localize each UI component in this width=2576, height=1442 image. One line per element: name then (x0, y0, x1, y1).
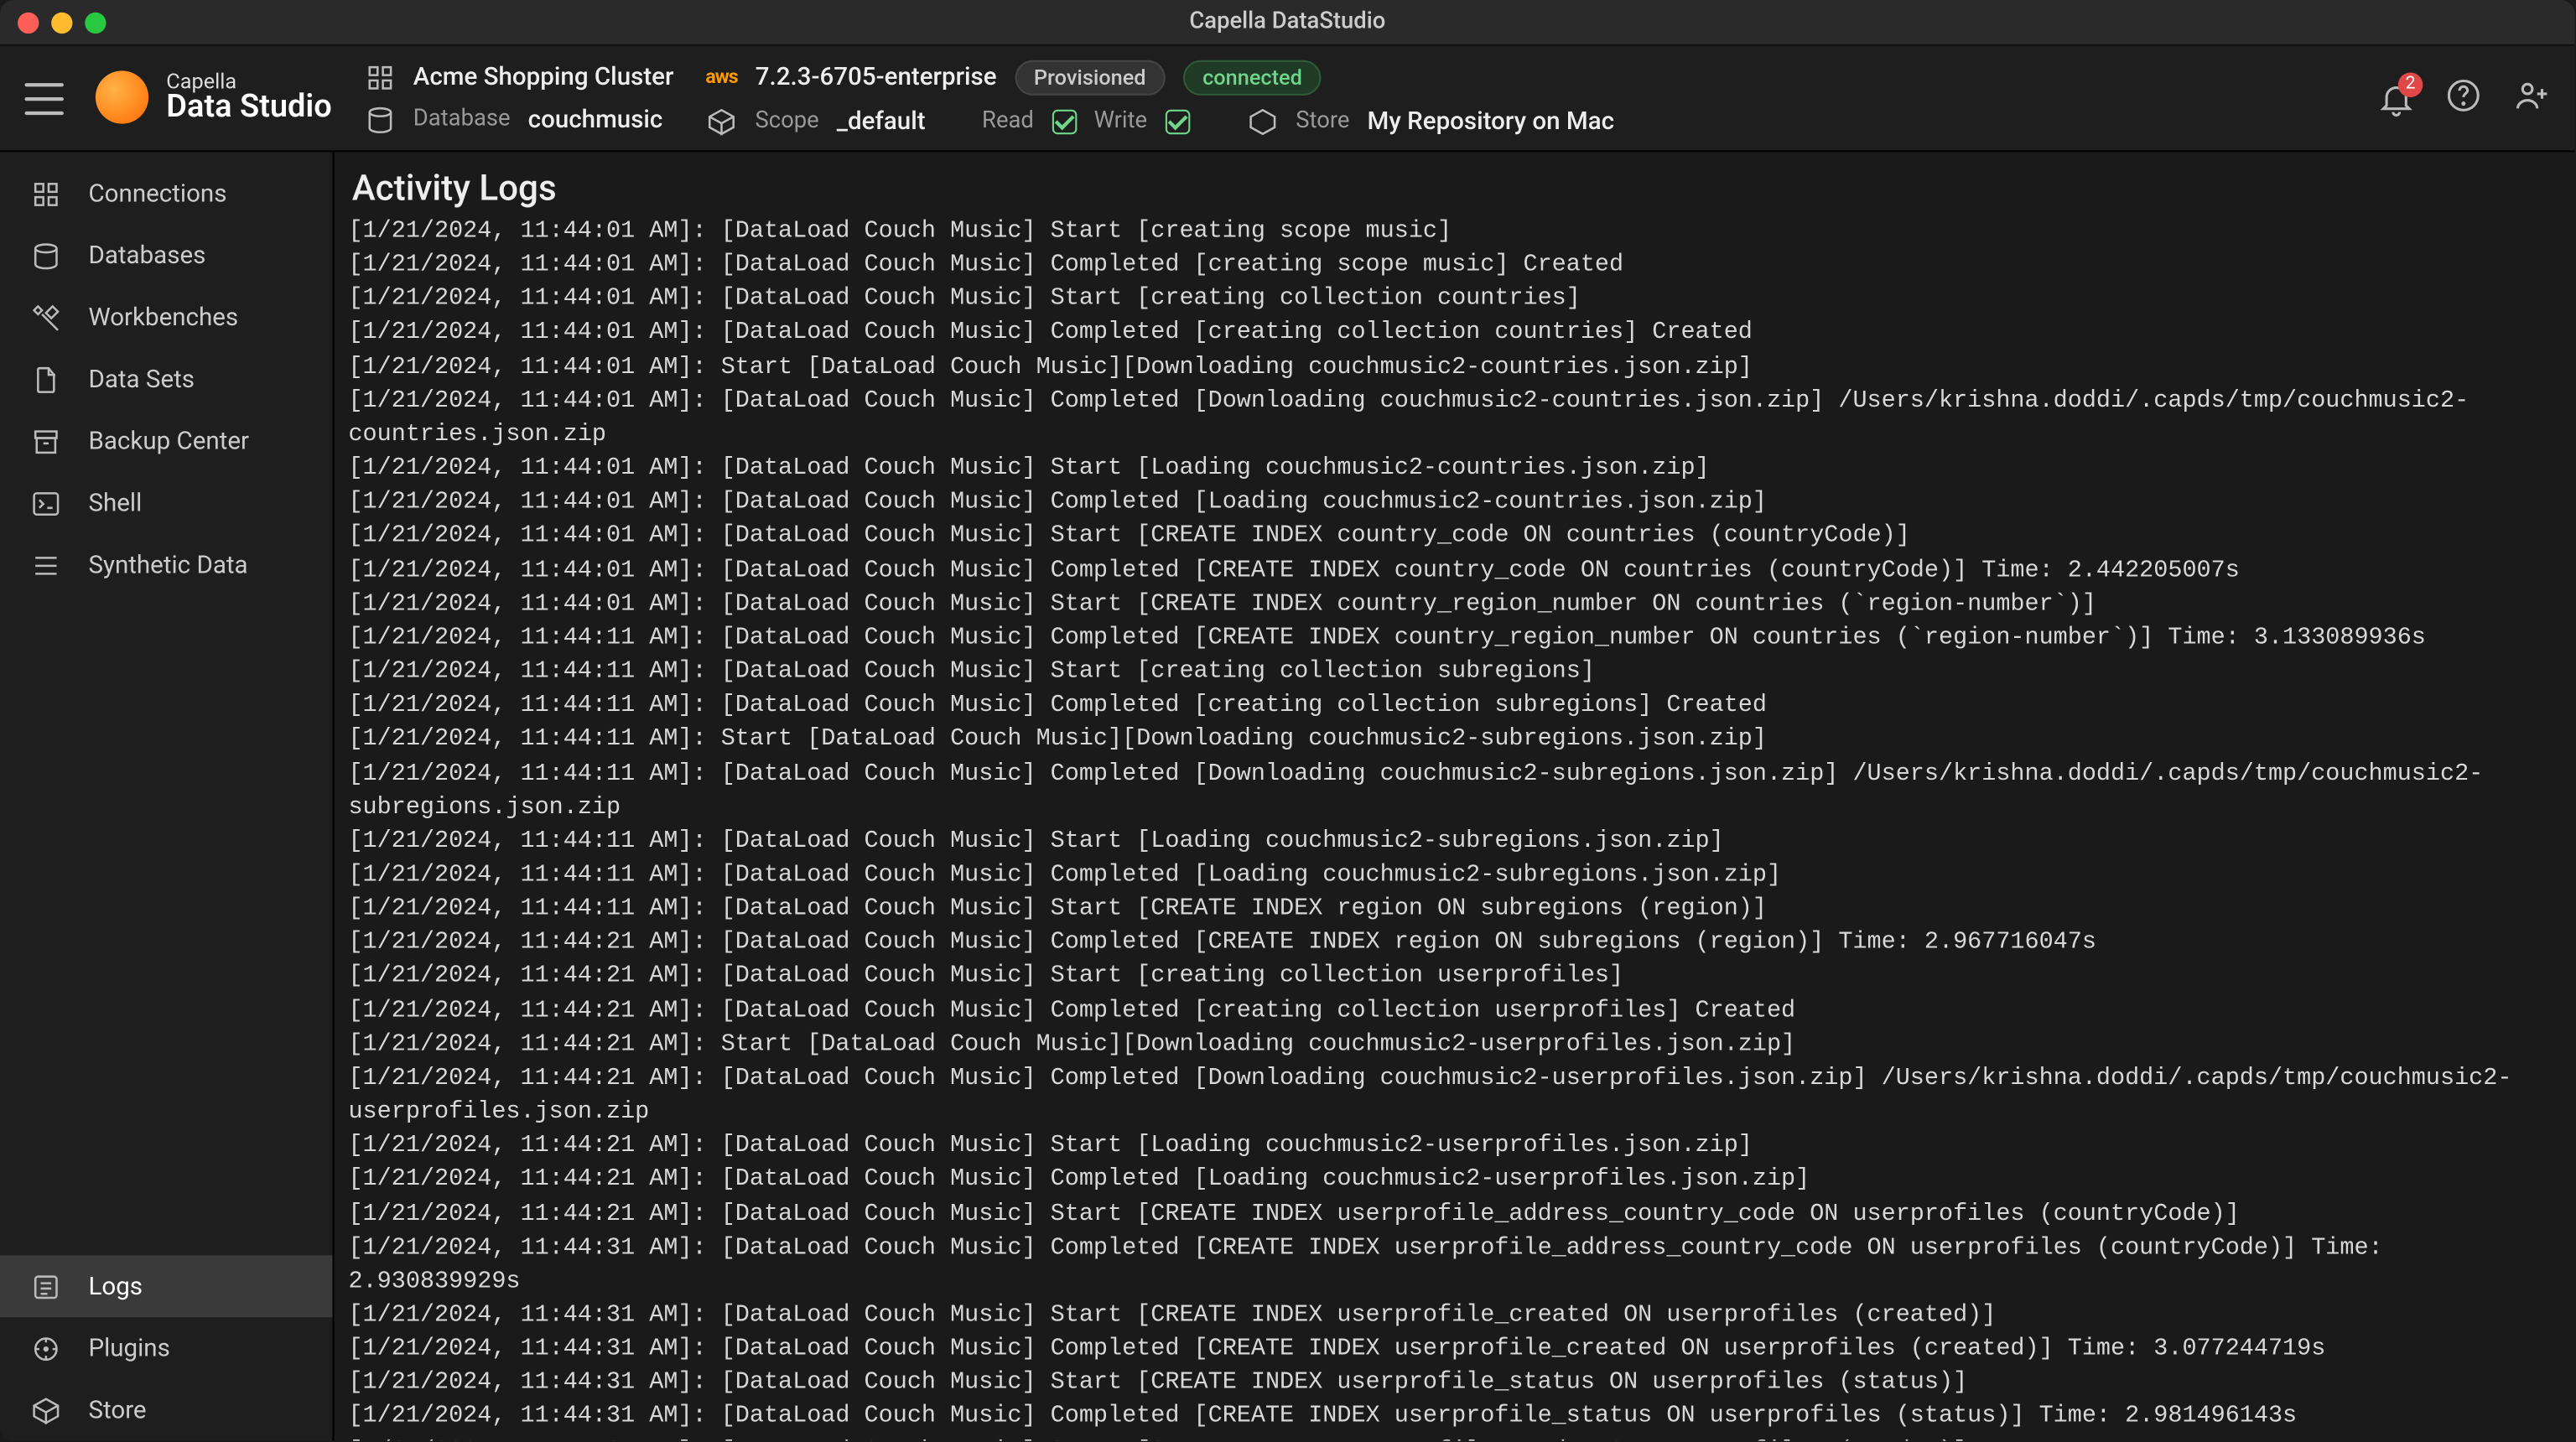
box-icon (29, 1393, 64, 1428)
list-icon (29, 547, 64, 583)
store-icon (1246, 105, 1278, 137)
log-icon (29, 1268, 64, 1304)
maximize-window-icon[interactable] (85, 12, 106, 33)
account-button[interactable] (2511, 75, 2550, 122)
window-title: Capella DataStudio (1189, 9, 1385, 36)
sidebar-item-label: Workbenches (88, 303, 238, 332)
archive-icon (29, 423, 64, 459)
log-output[interactable]: [1/21/2024, 11:44:01 AM]: [DataLoad Couc… (335, 215, 2575, 1441)
sidebar-item-label: Connections (88, 179, 226, 208)
main-toolbar: Capella Data Studio Acme Shopping Cluste… (0, 46, 2575, 153)
sidebar-item-label: Databases (88, 241, 205, 270)
menu-button[interactable] (25, 82, 64, 114)
database-icon (29, 238, 64, 273)
sidebar-item-label: Synthetic Data (88, 551, 247, 579)
scope-label: Scope (755, 108, 818, 135)
sidebar-item-shell[interactable]: Shell (0, 472, 332, 534)
cloud-provider-icon: aws (705, 65, 737, 88)
window-titlebar: Capella DataStudio (0, 0, 2575, 46)
sidebar-item-synthetic-data[interactable]: Synthetic Data (0, 534, 332, 596)
sidebar-item-plugins[interactable]: Plugins (0, 1317, 332, 1379)
scope-value[interactable]: _default (837, 107, 926, 136)
file-icon (29, 361, 64, 397)
database-value[interactable]: couchmusic (528, 105, 663, 133)
sidebar-item-store[interactable]: Store (0, 1379, 332, 1441)
write-label: Write (1094, 108, 1148, 135)
scope-icon (705, 105, 737, 137)
sidebar-item-connections[interactable]: Connections (0, 163, 332, 225)
tools-icon (29, 299, 64, 335)
sidebar-item-label: Store (88, 1396, 146, 1424)
store-value[interactable]: My Repository on Mac (1368, 107, 1615, 136)
read-checkbox[interactable] (1052, 109, 1077, 134)
plugin-icon (29, 1330, 64, 1366)
sidebar-item-workbenches[interactable]: Workbenches (0, 287, 332, 349)
cluster-icon (29, 176, 64, 211)
database-label: Database (413, 106, 511, 133)
sidebar-item-label: Data Sets (88, 366, 195, 394)
write-checkbox[interactable] (1165, 109, 1190, 134)
brand-line2: Data Studio (166, 92, 332, 126)
sidebar-item-backup-center[interactable]: Backup Center (0, 410, 332, 472)
provision-badge: Provisioned (1015, 60, 1166, 95)
sidebar-item-label: Logs (88, 1272, 143, 1300)
sidebar-item-databases[interactable]: Databases (0, 225, 332, 287)
close-window-icon[interactable] (18, 12, 39, 33)
sidebar-item-label: Plugins (88, 1334, 169, 1362)
sidebar-item-data-sets[interactable]: Data Sets (0, 348, 332, 410)
notifications-button[interactable]: 2 (2376, 79, 2415, 117)
sidebar-item-label: Shell (88, 489, 142, 517)
page-title: Activity Logs (335, 152, 2575, 215)
notification-count-badge: 2 (2398, 71, 2423, 96)
help-button[interactable] (2444, 75, 2483, 122)
minimize-window-icon[interactable] (51, 12, 72, 33)
logo-icon (96, 71, 148, 124)
sidebar-item-label: Backup Center (88, 427, 249, 455)
cluster-name[interactable]: Acme Shopping Cluster (413, 63, 674, 91)
sidebar-item-logs[interactable]: Logs (0, 1255, 332, 1317)
read-label: Read (982, 108, 1034, 135)
sidebar: Connections Databases Workbenches Data Sets… (0, 152, 335, 1440)
terminal-icon (29, 485, 64, 521)
store-label: Store (1296, 108, 1349, 135)
connection-badge: connected (1183, 60, 1322, 95)
cluster-icon (364, 61, 396, 93)
database-icon (364, 103, 396, 135)
cluster-version: 7.2.3-6705-enterprise (756, 63, 997, 91)
app-logo[interactable]: Capella Data Studio (96, 70, 332, 126)
